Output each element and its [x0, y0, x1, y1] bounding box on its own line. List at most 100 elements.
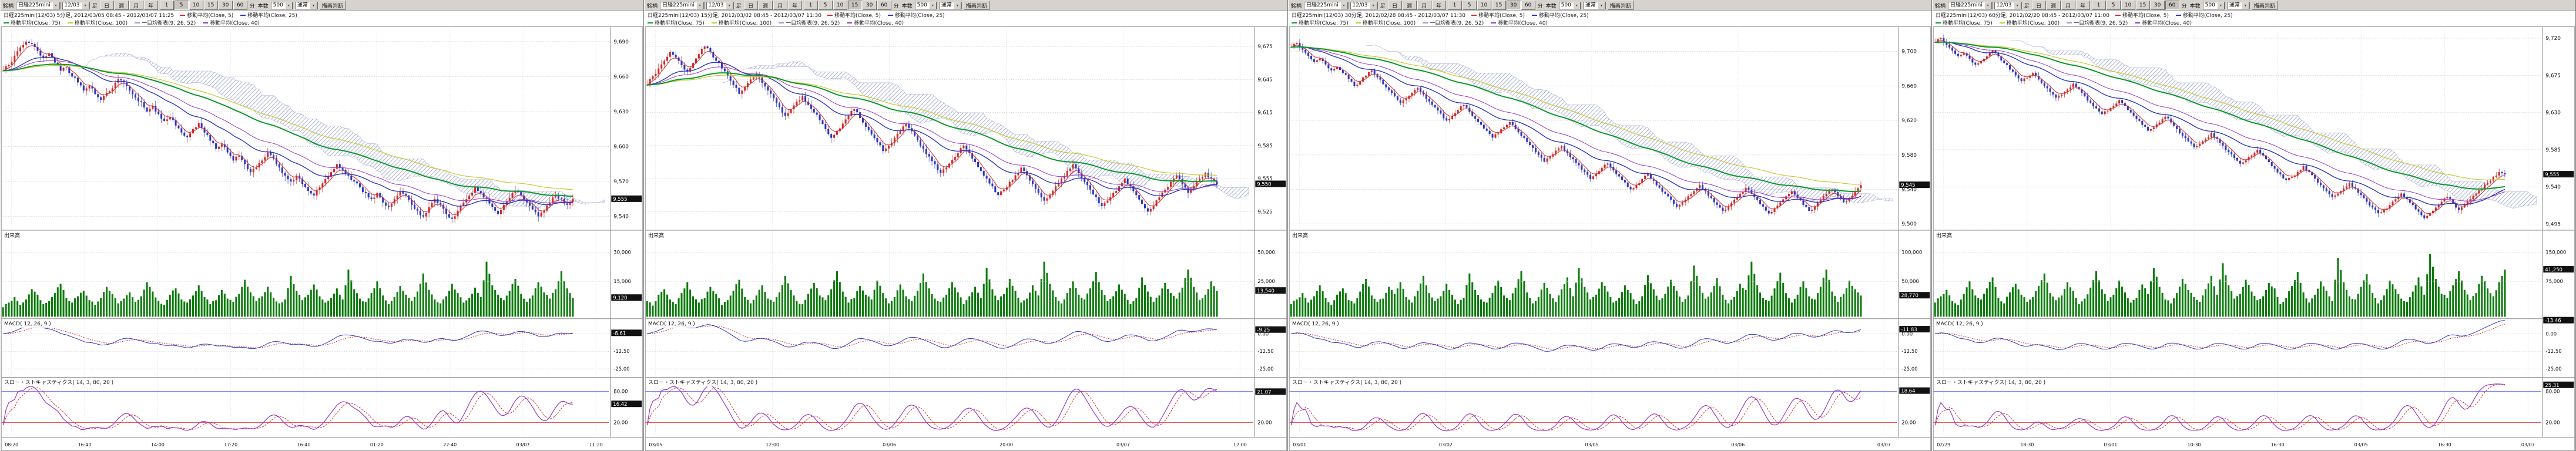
minute-button-10[interactable]: 10 [833, 1, 847, 10]
legend-item: 移動平均(Close, 40) [847, 19, 904, 26]
legend-color-marker [2000, 22, 2005, 23]
minute-button-10[interactable]: 10 [1477, 1, 1491, 10]
axis-value-tag: -13.46 [2543, 317, 2574, 324]
legend-item-label: 移動平均(Close, 40) [2142, 19, 2192, 26]
minute-button-30[interactable]: 30 [2151, 1, 2165, 10]
svg-text:9,645: 9,645 [1257, 77, 1273, 83]
draw-judge-button[interactable]: 描画判断 [320, 1, 346, 10]
legend-items-row2: 移動平均(Close, 75)移動平均(Close, 100)一目均衡表(9, … [1292, 19, 1548, 26]
minute-button-30[interactable]: 30 [1507, 1, 1521, 10]
period-button-週[interactable]: 週 [759, 1, 773, 10]
svg-text:20.00: 20.00 [1901, 419, 1916, 425]
minute-button-1[interactable]: 1 [2092, 1, 2106, 10]
symbol-select[interactable]: 日経225mini ▾ [1948, 2, 1993, 9]
contract-month-select[interactable]: 12/03 ▾ [1994, 2, 2022, 9]
legend-item-label: 移動平均(Close, 75) [11, 19, 61, 26]
contract-month-value: 12/03 [65, 2, 80, 9]
bar-count-select[interactable]: 500 ▾ [2203, 2, 2225, 9]
period-button-年[interactable]: 年 [144, 1, 158, 10]
minute-button-30[interactable]: 30 [219, 1, 233, 10]
minute-button-5[interactable]: 5 [2107, 1, 2121, 10]
svg-text:03/06: 03/06 [1731, 442, 1745, 447]
period-button-年[interactable]: 年 [1432, 1, 1446, 10]
draw-judge-button[interactable]: 描画判断 [1608, 1, 1634, 10]
symbol-select[interactable]: 日経225mini ▾ [660, 2, 705, 9]
mode-select[interactable]: 通常 ▾ [2227, 2, 2250, 9]
bar-count-label: 本数 [1545, 2, 1557, 9]
minute-button-1[interactable]: 1 [1448, 1, 1462, 10]
chevron-down-icon: ▾ [954, 2, 961, 9]
symbol-select[interactable]: 日経225mini ▾ [16, 2, 61, 9]
symbol-select[interactable]: 日経225mini ▾ [1304, 2, 1349, 9]
mode-value: 通常 [1585, 2, 1596, 9]
minute-button-15[interactable]: 15 [204, 1, 218, 10]
legend-color-marker [180, 15, 185, 16]
bar-type-label: 足 [736, 2, 742, 9]
legend-item-label: 移動平均(Close, 100) [2007, 19, 2060, 26]
minute-button-60[interactable]: 60 [1521, 1, 1535, 10]
period-button-週[interactable]: 週 [115, 1, 129, 10]
minute-button-60[interactable]: 60 [877, 1, 891, 10]
minute-button-1[interactable]: 1 [160, 1, 174, 10]
contract-month-select[interactable]: 12/03 ▾ [1350, 2, 1378, 9]
period-button-日[interactable]: 日 [100, 1, 114, 10]
minute-button-5[interactable]: 5 [175, 1, 189, 10]
svg-text:150,000: 150,000 [2545, 250, 2566, 255]
draw-judge-button[interactable]: 描画判断 [964, 1, 990, 10]
legend-color-marker [1292, 22, 1297, 23]
minute-button-15[interactable]: 15 [848, 1, 862, 10]
legend-item: 移動平均(Close, 75) [1292, 19, 1349, 26]
legend-item: 一目均衡表(9, 26, 52) [135, 19, 196, 26]
period-button-月[interactable]: 月 [2061, 1, 2075, 10]
bar-count-select[interactable]: 500 ▾ [915, 2, 937, 9]
minute-button-5[interactable]: 5 [819, 1, 833, 10]
chart-toolbar: 銘柄 日経225mini ▾ 12/03 ▾ 足 日週月年 1510153060… [645, 0, 1287, 11]
bar-count-select[interactable]: 500 ▾ [271, 2, 293, 9]
period-button-月[interactable]: 月 [129, 1, 143, 10]
minute-button-15[interactable]: 15 [1492, 1, 1506, 10]
period-button-週[interactable]: 週 [1403, 1, 1417, 10]
svg-text:18:30: 18:30 [2020, 442, 2034, 447]
period-button-月[interactable]: 月 [773, 1, 787, 10]
period-button-週[interactable]: 週 [2047, 1, 2061, 10]
period-button-年[interactable]: 年 [788, 1, 802, 10]
period-button-日[interactable]: 日 [744, 1, 758, 10]
axis-value-tag: 18.64 [1899, 388, 1930, 394]
chevron-down-icon: ▾ [1598, 2, 1605, 9]
axis-value-tag: -11.83 [1899, 326, 1930, 332]
minute-button-60[interactable]: 60 [2165, 1, 2179, 10]
legend-item-label: 移動平均(Close, 5) [834, 11, 881, 19]
minute-button-5[interactable]: 5 [1463, 1, 1477, 10]
svg-text:9,570: 9,570 [613, 179, 629, 185]
stoch-section-label: スロー・ストキャスティクス( 14, 3, 80, 20 ) [1935, 380, 2047, 386]
svg-text:9,630: 9,630 [2545, 110, 2561, 116]
minute-button-30[interactable]: 30 [863, 1, 877, 10]
svg-text:9,660: 9,660 [1901, 83, 1917, 89]
minute-button-1[interactable]: 1 [804, 1, 818, 10]
period-button-日[interactable]: 日 [2032, 1, 2046, 10]
svg-text:9,545: 9,545 [1901, 182, 1915, 188]
chevron-down-icon: ▾ [2242, 2, 2249, 9]
legend-row-1: 日経225mini(12/03) 15分足, 2012/03/02 08:45 … [645, 11, 1287, 19]
contract-month-select[interactable]: 12/03 ▾ [62, 2, 90, 9]
minute-button-60[interactable]: 60 [233, 1, 247, 10]
minute-button-15[interactable]: 15 [2136, 1, 2150, 10]
period-button-月[interactable]: 月 [1417, 1, 1431, 10]
mode-select[interactable]: 通常 ▾ [1583, 2, 1606, 9]
contract-month-select[interactable]: 12/03 ▾ [706, 2, 734, 9]
legend-item-label: 移動平均(Close, 100) [1363, 19, 1416, 26]
legend-item: 移動平均(Close, 100) [712, 19, 772, 26]
mode-select[interactable]: 通常 ▾ [939, 2, 962, 9]
symbol-label: 銘柄 [646, 2, 658, 9]
svg-text:9,540: 9,540 [613, 214, 629, 220]
symbol-select-value: 日経225mini [18, 2, 51, 9]
period-button-日[interactable]: 日 [1388, 1, 1402, 10]
minute-button-10[interactable]: 10 [2121, 1, 2135, 10]
period-button-年[interactable]: 年 [2076, 1, 2090, 10]
legend-item: 移動平均(Close, 40) [2135, 19, 2192, 26]
bar-count-select[interactable]: 500 ▾ [1559, 2, 1581, 9]
minute-button-10[interactable]: 10 [189, 1, 203, 10]
draw-judge-button[interactable]: 描画判断 [2252, 1, 2278, 10]
mode-select[interactable]: 通常 ▾ [295, 2, 318, 9]
legend-item-label: 移動平均(Close, 40) [854, 19, 904, 26]
